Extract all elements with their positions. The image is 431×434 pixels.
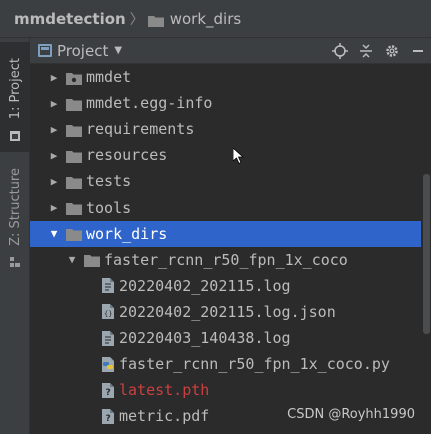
expand-arrow-icon[interactable]: ▶ — [48, 123, 60, 136]
folder-icon — [84, 253, 100, 268]
tree-item-label: 20220402_202115.log.json — [119, 302, 336, 321]
hide-icon[interactable] — [405, 38, 431, 64]
json-file-icon: {} — [102, 304, 114, 320]
tree-item-label: faster_rcnn_r50_fpn_1x_coco.py — [119, 355, 390, 374]
expand-arrow-icon[interactable]: ▶ — [48, 97, 60, 110]
expand-arrow-icon[interactable]: ▶ — [48, 149, 60, 162]
tab-project[interactable]: 1: Project — [0, 42, 30, 152]
scrollbar[interactable] — [421, 64, 431, 434]
tree-folder-row[interactable]: ▶ mmdet — [30, 64, 421, 90]
scrollbar-thumb[interactable] — [423, 174, 430, 334]
tree-item-label: latest.pth — [119, 381, 210, 400]
panel-title: Project — [57, 41, 109, 60]
tree-file-row[interactable]: ? latest.pth — [30, 377, 421, 403]
expand-arrow-icon[interactable]: ▶ — [48, 71, 60, 84]
svg-text:?: ? — [106, 414, 111, 424]
left-tool-strip: 1: Project Z: Structure — [0, 38, 30, 434]
tree-item-label: faster_rcnn_r50_fpn_1x_coco — [104, 250, 348, 269]
structure-tab-icon — [10, 252, 20, 267]
svg-text:?: ? — [106, 388, 111, 398]
folder-icon — [66, 175, 82, 189]
locate-icon[interactable] — [327, 38, 353, 64]
breadcrumb-root[interactable]: mmdetection — [14, 10, 126, 28]
breadcrumb: mmdetection 〉 work_dirs — [0, 0, 431, 38]
folder-icon — [66, 201, 82, 215]
text-file-icon — [102, 330, 114, 346]
tree-item-label: tools — [86, 198, 132, 217]
tree-item-label: mmdet — [86, 68, 132, 86]
tree-folder-row[interactable]: ▶ tests — [30, 168, 421, 194]
unknown-file-icon: ? — [102, 408, 114, 424]
tree-item-label: 20220402_202115.log — [119, 276, 291, 295]
tree-folder-row[interactable]: ▼ work_dirs — [30, 220, 421, 247]
folder-icon — [147, 13, 164, 27]
folder-icon — [66, 97, 82, 111]
project-tab-icon — [10, 126, 20, 141]
gear-icon[interactable] — [379, 38, 405, 64]
unknown-file-icon: ? — [102, 382, 114, 398]
tree-file-row[interactable]: {} 20220402_202115.log.json — [30, 299, 421, 325]
breadcrumb-separator: 〉 — [129, 11, 144, 28]
tab-structure-label: Z: Structure — [7, 168, 23, 246]
folder-icon — [66, 123, 82, 137]
project-view-selector[interactable]: Project ▼ — [38, 42, 122, 60]
tree-folder-row[interactable]: ▶ requirements — [30, 116, 421, 142]
tree-item-label: mmdet.egg-info — [86, 94, 213, 113]
project-tree: ▶ mmdet ▶ mmdet.egg-info ▶ requirements ▶ resou… — [30, 64, 421, 434]
python-file-icon — [102, 356, 114, 372]
tree-file-row[interactable]: 20220402_202115.log — [30, 273, 421, 299]
tree-folder-row[interactable]: ▼ faster_rcnn_r50_fpn_1x_coco — [30, 247, 421, 273]
package-folder-icon — [66, 71, 82, 85]
text-file-icon — [102, 278, 114, 294]
folder-icon — [66, 149, 82, 163]
folder-icon — [66, 227, 82, 242]
tree-file-row[interactable]: faster_rcnn_r50_fpn_1x_coco.py — [30, 351, 421, 377]
watermark: CSDN @Royhh1990 — [287, 407, 415, 422]
mouse-pointer-icon — [232, 147, 245, 168]
project-icon — [38, 44, 52, 57]
svg-text:{}: {} — [104, 310, 112, 318]
expand-arrow-icon[interactable]: ▶ — [48, 201, 60, 214]
breadcrumb-current[interactable]: work_dirs — [170, 10, 241, 28]
tree-item-label: 20220403_140438.log — [119, 329, 291, 347]
expand-arrow-icon[interactable]: ▶ — [48, 175, 60, 188]
tree-file-row[interactable]: 20220403_140438.log — [30, 325, 421, 351]
tree-folder-row[interactable]: ▶ resources — [30, 142, 421, 168]
tree-folder-row[interactable]: ▶ mmdet.egg-info — [30, 90, 421, 116]
tab-structure[interactable]: Z: Structure — [0, 160, 30, 270]
tab-project-label: 1: Project — [7, 58, 23, 120]
chevron-down-icon: ▼ — [114, 45, 123, 56]
tree-folder-row[interactable]: ▶ tools — [30, 195, 421, 221]
tree-item-label: metric.pdf — [119, 407, 210, 426]
tree-item-label: resources — [86, 146, 168, 165]
tree-item-label: requirements — [86, 120, 195, 139]
tree-item-label: work_dirs — [86, 224, 168, 243]
collapse-all-icon[interactable] — [353, 38, 379, 64]
tree-item-label: tests — [86, 172, 132, 191]
collapse-arrow-icon[interactable]: ▼ — [66, 253, 78, 266]
project-panel-header: Project ▼ — [30, 38, 431, 64]
collapse-arrow-icon[interactable]: ▼ — [48, 227, 60, 240]
